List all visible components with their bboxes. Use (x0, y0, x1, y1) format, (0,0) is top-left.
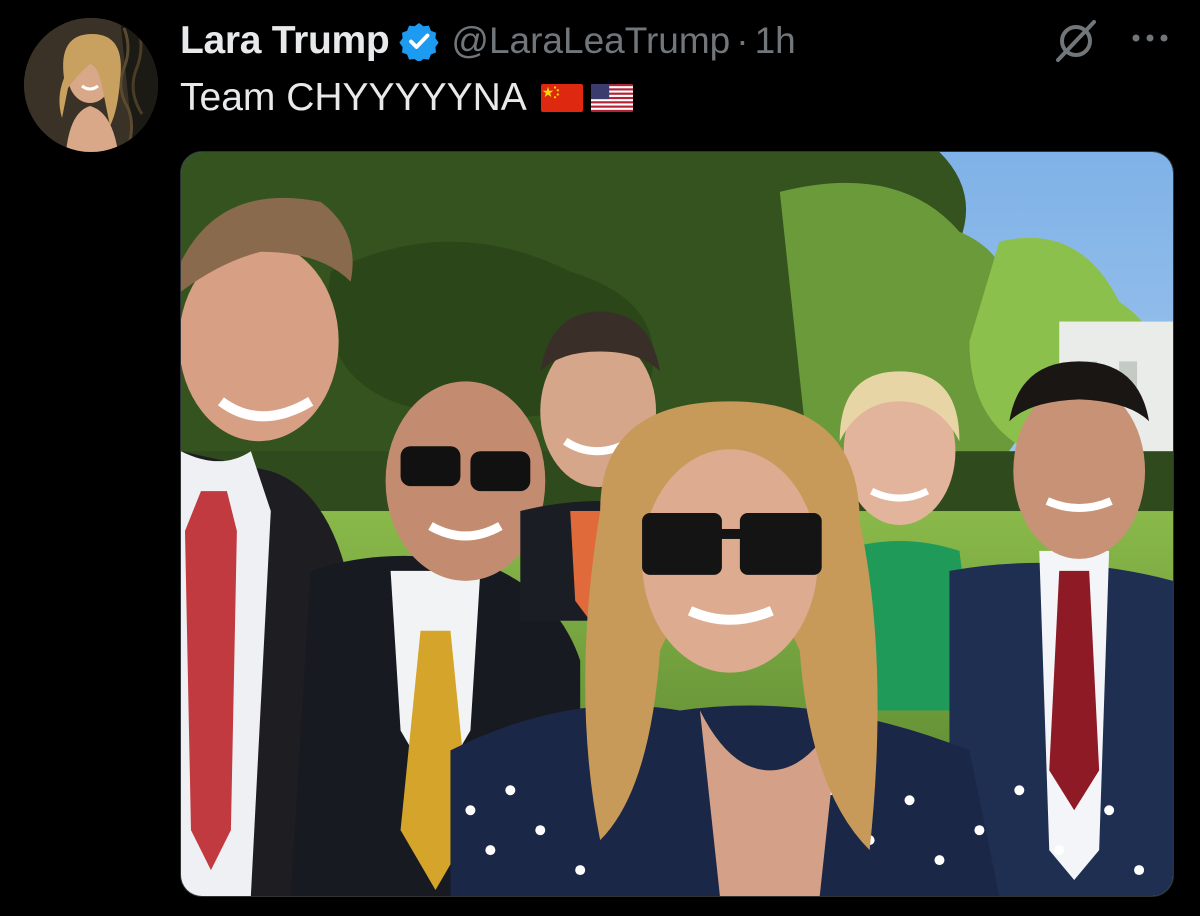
author-handle[interactable]: @LaraLeaTrump (451, 20, 730, 62)
more-options-icon[interactable] (1128, 26, 1172, 50)
us-flag-icon (590, 84, 633, 112)
tweet-text: Team CHYYYYYNA (180, 76, 633, 120)
verified-badge-icon (399, 21, 439, 63)
author-display-name[interactable]: Lara Trump (180, 19, 390, 63)
tweet-text-content: Team CHYYYYYNA (180, 76, 527, 119)
author-avatar[interactable] (24, 18, 158, 152)
selfie-photo (181, 152, 1173, 896)
tweet-photo[interactable] (180, 151, 1174, 897)
grok-icon[interactable] (1052, 16, 1100, 64)
tweet-header: Lara Trump @LaraLeaTrump · 1h (180, 14, 796, 68)
tweet-card: Lara Trump @LaraLeaTrump · 1h Team CHYYY… (0, 0, 1200, 916)
china-flag-icon (540, 84, 583, 112)
meta-separator: · (736, 20, 749, 61)
tweet-timestamp[interactable]: 1h (755, 20, 796, 62)
avatar-image (24, 18, 158, 152)
